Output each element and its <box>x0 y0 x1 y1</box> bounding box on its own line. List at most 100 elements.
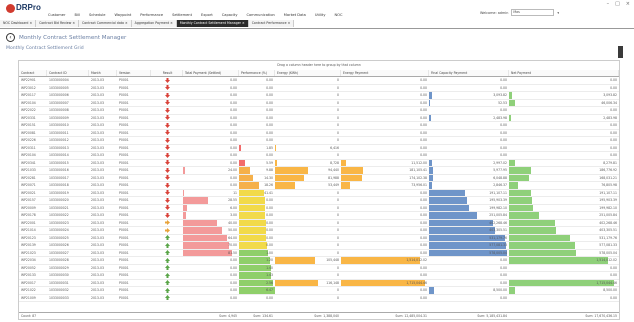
cell-performance: 0.00 <box>239 122 275 129</box>
cell-capacity-payment: 0.00 <box>429 130 509 137</box>
maximize-icon[interactable]: □ <box>615 1 620 7</box>
tab-1[interactable]: Contract Bid Review × <box>36 20 79 27</box>
table-row[interactable]: WP21033 1033000016 2013-03 P0001 24.00 9.88 94… <box>19 167 619 175</box>
cell-version: P0001 <box>119 130 129 135</box>
table-row[interactable]: WP20017 1033000031 2013-03 P0001 0.00 2.56 116… <box>19 279 619 288</box>
cell-capacity-payment: 0.00 <box>429 122 509 129</box>
menu-item-settlement[interactable]: Settlement <box>172 13 192 17</box>
tab-0[interactable]: NOC Dashboard × <box>0 20 37 27</box>
cell-capacity-payment-bar <box>429 167 433 174</box>
table-row[interactable]: WP21023 1033000027 2013-03 P0001 81.50 1.00 0 0… <box>19 249 619 258</box>
back-home-icon[interactable]: ‹ <box>6 33 15 42</box>
menu-item-utility[interactable]: Utility <box>315 13 326 17</box>
arrow-down-icon <box>164 190 170 196</box>
cell-net-payment-value: 0.00 <box>610 265 617 270</box>
table-row[interactable]: WP20117 1033000006 2013-03 P0001 0.00 0.00 0 0.… <box>19 92 619 100</box>
table-row[interactable]: WP20226 1033000012 2013-03 P0001 0.00 0.00 0 0.… <box>19 137 619 145</box>
chevron-down-icon[interactable]: ▾ <box>557 11 559 15</box>
menu-item-customer[interactable]: Customer <box>48 13 65 17</box>
column-header-8[interactable]: Energy Payment <box>341 70 429 76</box>
table-row[interactable]: WP20104 1033000014 2013-03 P0001 0.00 0.00 0 0.… <box>19 152 619 160</box>
column-header-3[interactable]: Version <box>117 70 151 76</box>
column-header-2[interactable]: Month <box>89 70 117 76</box>
cell-net-payment: 0.00 <box>509 122 619 129</box>
column-header-4[interactable]: Result <box>151 70 183 76</box>
cell-energy: 6,416 <box>275 144 341 152</box>
table-row[interactable]: WP20281 1033000017 2013-03 P0001 0.00 14.30 81… <box>19 174 619 183</box>
table-row[interactable]: WP20009 1033000021 2013-03 P0001 6.00 0.00 0 0.… <box>19 204 619 213</box>
column-header-7[interactable]: Energy (KWh) <box>275 70 341 76</box>
cell-energy-payment-value: 0.00 <box>420 295 427 300</box>
table-row[interactable]: WP20178 1033000022 2013-03 P0001 3.00 0.00 0 0.… <box>19 212 619 220</box>
table-row[interactable]: WP20071 1033000018 2013-03 P0001 0.00 18.26 53… <box>19 182 619 190</box>
table-row[interactable]: WP20341 1033000015 2013-03 P0001 0.00 5.59 8,7… <box>19 159 619 168</box>
cell-result <box>151 85 183 92</box>
table-row[interactable]: WP20021 1033000019 2013-03 P0001 11 41.41 0 0.0… <box>19 189 619 198</box>
menu-item-communication[interactable]: Communication <box>246 13 274 17</box>
table-row[interactable]: WP20139 1033000026 2013-03 P0001 70.00 0.00 0 0… <box>19 242 619 250</box>
table-row[interactable]: WP22001 1033000023 2013-03 P0001 40.00 0.00 0 0… <box>19 219 619 228</box>
menu-item-market-data[interactable]: Market Data <box>284 13 306 17</box>
column-header-6[interactable]: Performance (%) <box>239 70 275 76</box>
table-row[interactable]: WP20311 1033000013 2013-03 P0001 0.00 1.85 6,4… <box>19 144 619 153</box>
cell-version: P0001 <box>119 175 129 180</box>
menu-item-noc[interactable]: NOC <box>334 13 342 17</box>
tab-4[interactable]: Monthly Contract Settlement Manager × <box>176 20 249 27</box>
table-row[interactable]: WP22901 1033000004 2013-03 P0001 0.00 0.00 0 0.… <box>19 77 619 85</box>
cell-energy: 0 <box>275 130 341 137</box>
close-icon[interactable]: × <box>626 1 630 7</box>
tab-5[interactable]: Contract Performance × <box>248 20 295 27</box>
minimize-icon[interactable]: – <box>607 1 610 7</box>
cell-net-payment-value: 578,005.04 <box>599 250 617 255</box>
cell-capacity-payment-value: 3,093.82 <box>493 93 507 98</box>
menu-item-bill[interactable]: Bill <box>74 13 79 17</box>
column-header-0[interactable]: Contract <box>19 70 47 76</box>
cell-contract-id: 1033000018 <box>49 183 69 188</box>
table-row[interactable]: WP21009 1033000033 2013-03 P0001 0.00 0.00 0 0.… <box>19 295 619 303</box>
table-row[interactable]: WP20104 1033000007 2013-03 P0001 0.00 0.00 0 0.… <box>19 99 619 108</box>
cell-contract-id: 1033000014 <box>49 153 69 158</box>
table-row[interactable]: WP20081 1033000011 2013-03 P0001 0.00 0.00 0 0.… <box>19 130 619 138</box>
settlement-grid-panel: Drag a column header here to group by th… <box>18 60 620 320</box>
cell-performance-value: 0.00 <box>266 205 273 210</box>
column-header-1[interactable]: Contract ID <box>47 70 89 76</box>
cell-net-payment-value: 0.00 <box>610 295 617 300</box>
group-by-hint[interactable]: Drag a column header here to group by th… <box>19 61 619 69</box>
table-row[interactable]: WP22022 1033000008 2013-03 P0001 0.00 0.00 0 0.… <box>19 107 619 115</box>
table-row[interactable]: WP23012 1033000005 2013-03 P0001 0.00 0.00 0 0.… <box>19 85 619 93</box>
cell-net-payment: 0.00 <box>509 77 619 84</box>
vertical-scrollbar[interactable] <box>618 46 623 58</box>
column-header-10[interactable]: Net Payment <box>509 70 619 76</box>
cell-total-payment: 81.50 <box>183 249 239 257</box>
column-header-9[interactable]: Final Capacity Payment <box>429 70 509 76</box>
table-row[interactable]: WP20052 1033000029 2013-03 P0001 0.00 1.40 0 0.… <box>19 264 619 273</box>
market-select[interactable]: Mas <box>511 9 555 16</box>
table-row[interactable]: WP20151 1033000010 2013-03 P0001 0.00 0.00 0 0.… <box>19 122 619 130</box>
cell-capacity-payment-value: 531,179.76 <box>489 235 507 240</box>
cell-capacity-payment-bar <box>429 212 477 219</box>
table-row[interactable]: WP22034 1033000028 2013-03 P0001 0.00 1.20 105… <box>19 257 619 265</box>
menu-item-export[interactable]: Export <box>201 13 213 17</box>
cell-total-payment-bar <box>183 227 223 234</box>
cell-total-payment: 28.55 <box>183 197 239 204</box>
tab-3[interactable]: Aggregation Payment × <box>131 20 177 27</box>
table-row[interactable]: WP21022 1033000032 2013-03 P0001 0.00 6.47 0 0.… <box>19 287 619 295</box>
cell-energy-value: 0 <box>337 220 339 225</box>
menu-item-performance[interactable]: Performance <box>140 13 163 17</box>
cell-result <box>151 220 183 227</box>
cell-version: P0001 <box>119 265 129 270</box>
cell-capacity-payment: 2,846.37 <box>429 182 509 189</box>
menu-item-waypoint[interactable]: Waypoint <box>114 13 131 17</box>
table-row[interactable]: WP20123 1033000025 2013-03 P0001 64.00 0.00 0 0… <box>19 234 619 243</box>
tab-2[interactable]: Contract Commercial data × <box>79 20 132 27</box>
cell-energy-payment: 1,514,012.02 <box>341 257 429 264</box>
menu-item-capacity[interactable]: Capacity <box>222 13 238 17</box>
cell-version: P0001 <box>119 258 129 263</box>
table-row[interactable]: WP20133 1033000030 2013-03 P0001 0.00 1.43 0 0.… <box>19 272 619 280</box>
column-header-5[interactable]: Total Payment (Settled) <box>183 70 239 76</box>
table-row[interactable]: WP20157 1033000020 2013-03 P0001 28.55 0.00 0 0… <box>19 197 619 205</box>
menu-item-schedule[interactable]: Schedule <box>89 13 106 17</box>
table-row[interactable]: WP21014 1033000024 2013-03 P0001 50.00 0.00 0 0… <box>19 227 619 235</box>
cell-capacity-payment-value: 0.00 <box>500 265 507 270</box>
table-row[interactable]: WP20331 1033000009 2013-03 P0001 0.00 0.00 0 0.… <box>19 114 619 123</box>
